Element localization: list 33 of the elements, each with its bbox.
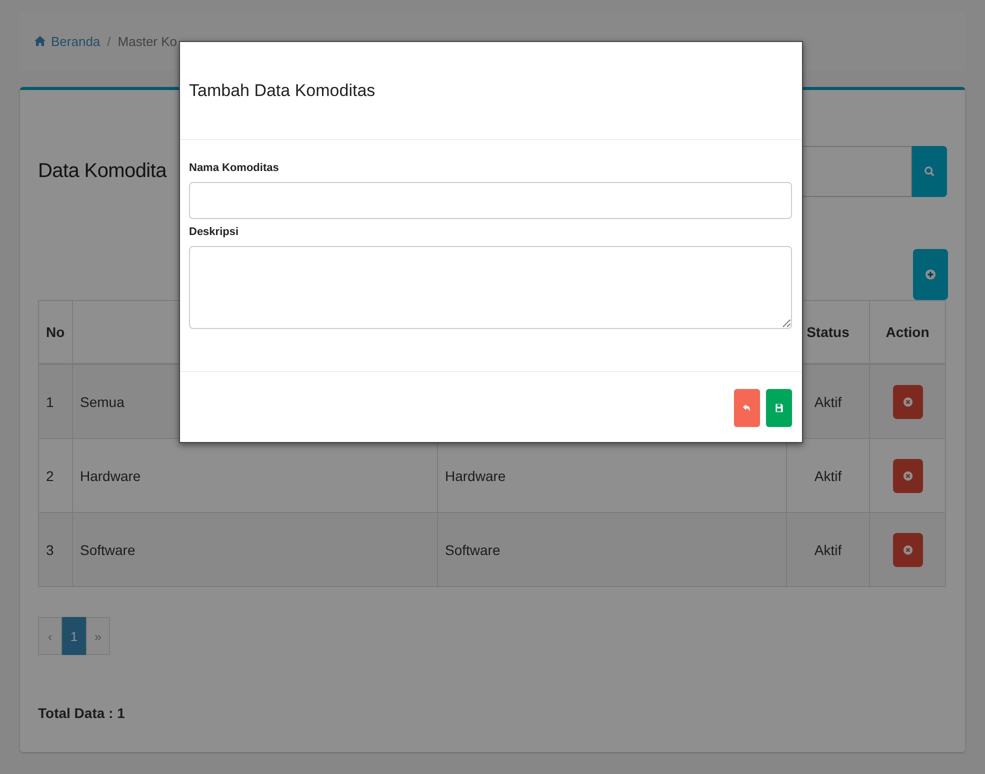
table-cell: 3 [38, 512, 72, 586]
page-link[interactable]: ‹ [38, 617, 62, 655]
plus-circle-icon [925, 269, 936, 280]
table-cell: Software [72, 512, 438, 586]
search-button[interactable] [912, 146, 947, 197]
page-link[interactable]: 1 [62, 617, 86, 655]
input-field[interactable] [189, 182, 792, 219]
page-link[interactable]: » [86, 617, 110, 655]
close-icon [902, 544, 912, 554]
table-cell: Software [438, 512, 786, 586]
search-icon [924, 166, 935, 177]
page-title: Data Komodita [38, 160, 166, 183]
close-icon [902, 396, 912, 406]
delete-button[interactable] [892, 458, 922, 492]
field-label: Nama Komoditas [189, 162, 280, 174]
table-cell: 2 [38, 438, 72, 512]
home-icon [34, 35, 46, 47]
reply-arrow-icon [742, 403, 752, 413]
delete-button[interactable] [892, 384, 922, 418]
textarea-field[interactable] [189, 246, 792, 329]
table-cell: Aktif [786, 512, 870, 586]
breadcrumb-separator: / [107, 34, 111, 48]
close-icon [902, 470, 912, 480]
field-label: Deskripsi [189, 226, 240, 238]
table-cell: 1 [38, 364, 72, 438]
breadcrumb-current: Master Ko [118, 34, 178, 48]
delete-button[interactable] [892, 532, 922, 566]
modal-title: Tambah Data Komoditas [189, 80, 376, 100]
save-button[interactable] [766, 389, 792, 427]
total-count: Total Data : 1 [38, 705, 126, 721]
breadcrumb-link[interactable]: Beranda [51, 34, 100, 48]
back-button[interactable] [734, 389, 760, 427]
add-button[interactable] [913, 249, 948, 300]
